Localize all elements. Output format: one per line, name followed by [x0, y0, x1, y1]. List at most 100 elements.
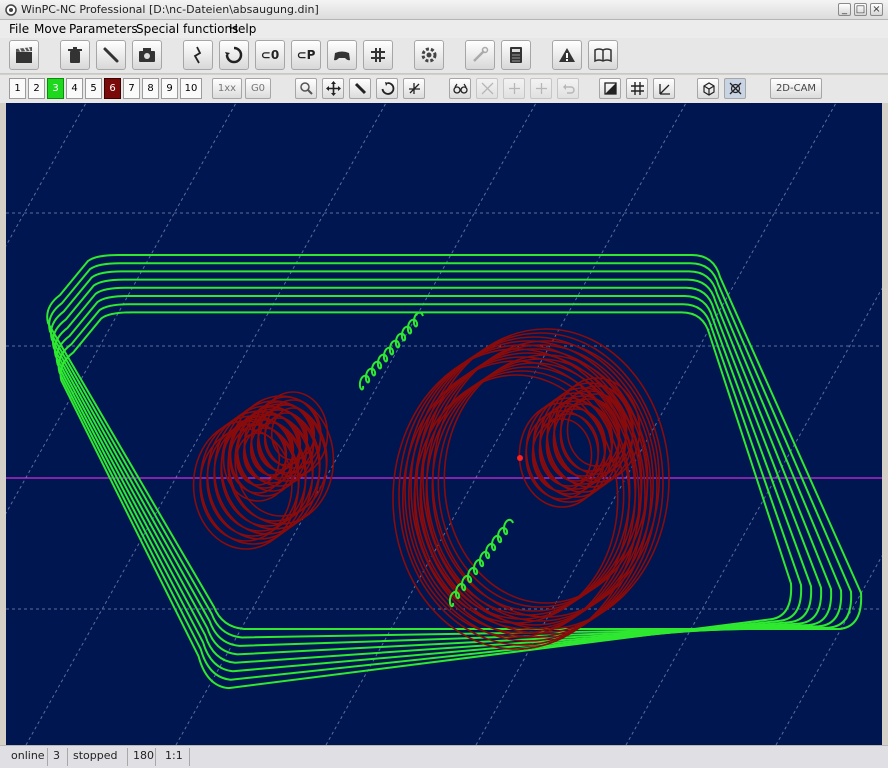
wireframe-view-button[interactable]	[724, 78, 746, 99]
layer-button-5[interactable]: 5	[85, 78, 102, 99]
left-pocket-toolpath	[192, 391, 335, 550]
zoom-button[interactable]	[295, 78, 317, 99]
layer-button-10[interactable]: 10	[180, 78, 202, 99]
zero-point-button[interactable]: ⊂0	[255, 40, 285, 70]
menu-parameters[interactable]: Parameters	[69, 22, 138, 36]
machine-state: stopped	[68, 748, 128, 766]
status-bar: online 3 stopped 180 1:1	[0, 745, 888, 768]
rotate-90-icon	[508, 83, 520, 94]
grid-line	[6, 103, 87, 247]
grid-icon	[630, 82, 644, 95]
path-icon	[193, 46, 202, 64]
material-view-button[interactable]	[599, 78, 621, 99]
layer-button-2[interactable]: 2	[28, 78, 45, 99]
toolpath-viewport[interactable]	[6, 103, 882, 745]
rotate-button[interactable]	[376, 78, 398, 99]
layer-button-1[interactable]: 1	[9, 78, 26, 99]
wrench-button[interactable]	[465, 40, 495, 70]
app-icon	[5, 4, 17, 16]
layer-button-3[interactable]: 3	[47, 78, 64, 99]
start-button[interactable]	[9, 40, 39, 70]
menu-move[interactable]: Move	[34, 22, 66, 36]
edit-button[interactable]	[96, 40, 126, 70]
grid-line	[775, 554, 882, 745]
grid-button[interactable]	[626, 78, 648, 99]
delete-button[interactable]	[60, 40, 90, 70]
tool-view-button[interactable]	[349, 78, 371, 99]
helix-top-toolpath	[358, 311, 424, 391]
clapper-icon	[16, 47, 32, 63]
zero-icon: ⊂0	[260, 48, 280, 62]
minimize-button[interactable]: _	[838, 3, 851, 16]
layer-status: 3	[48, 748, 68, 766]
pocket-pass	[414, 352, 642, 630]
camera-button[interactable]	[132, 40, 162, 70]
rotate-90-button[interactable]	[503, 78, 525, 99]
camera-icon	[139, 48, 155, 62]
axes-icon	[658, 84, 670, 95]
scale-value: 1:1	[160, 748, 190, 766]
calculator-button[interactable]	[501, 40, 531, 70]
layer-button-6[interactable]: 6	[104, 78, 121, 99]
contour-pass	[57, 303, 803, 681]
park-position-button[interactable]: ⊂P	[291, 40, 321, 70]
view-glasses-button[interactable]	[449, 78, 471, 99]
magnifier-icon	[299, 82, 313, 95]
settings-icon	[421, 47, 437, 63]
settings-button[interactable]	[414, 40, 444, 70]
layer-button-9[interactable]: 9	[161, 78, 178, 99]
grid-line	[625, 287, 882, 745]
cube-icon	[702, 82, 715, 96]
contour-pass	[55, 295, 813, 673]
undo-button[interactable]	[557, 78, 579, 99]
maximize-button[interactable]: □	[854, 3, 867, 16]
outer-contour-toolpath	[46, 254, 863, 690]
path-button[interactable]	[183, 40, 213, 70]
rotate-icon	[381, 82, 394, 95]
park-icon: ⊂P	[296, 48, 316, 62]
cycle-button[interactable]	[219, 40, 249, 70]
undo-icon	[562, 84, 575, 94]
title-bar: WinPC-NC Professional [D:\nc-Dateien\abs…	[0, 0, 888, 20]
close-button[interactable]: ×	[870, 3, 883, 16]
tool-icon	[354, 82, 366, 95]
trash-icon	[68, 47, 82, 63]
axis-view-button[interactable]	[403, 78, 425, 99]
right-pocket-toolpath	[392, 328, 670, 650]
menu-help[interactable]: Help	[229, 22, 256, 36]
1xx-button[interactable]: 1xx	[212, 78, 242, 99]
pan-button[interactable]	[322, 78, 344, 99]
3d-view-button[interactable]	[697, 78, 719, 99]
menu-file[interactable]: File	[9, 22, 29, 36]
tool-change-button[interactable]	[363, 40, 393, 70]
layer-button-4[interactable]: 4	[66, 78, 83, 99]
rotate-180-icon	[535, 83, 547, 94]
pen-icon	[103, 47, 119, 63]
menu-special-functions[interactable]: Special functions	[136, 22, 238, 36]
connection-status: online	[6, 748, 48, 766]
menu-bar: File Move Parameters Special functions H…	[0, 20, 888, 38]
manual-move-button[interactable]	[327, 40, 357, 70]
calculator-icon	[510, 47, 522, 63]
warning-button[interactable]	[552, 40, 582, 70]
helix-path	[358, 311, 424, 391]
scale-icon	[481, 82, 493, 95]
layer-button-8[interactable]: 8	[142, 78, 159, 99]
material-icon	[603, 82, 617, 95]
gamepad-icon	[334, 51, 350, 61]
warning-icon	[559, 48, 575, 62]
toolpath-canvas	[6, 103, 882, 745]
axes-button[interactable]	[653, 78, 675, 99]
window-title: WinPC-NC Professional [D:\nc-Dateien\abs…	[21, 3, 319, 16]
manual-button[interactable]	[588, 40, 618, 70]
axis-arrows-icon	[408, 83, 420, 94]
move-arrows-icon	[325, 81, 341, 96]
layer-button-7[interactable]: 7	[123, 78, 140, 99]
g0-button[interactable]: G0	[245, 78, 271, 99]
wrench-icon	[473, 46, 489, 62]
book-icon	[594, 48, 612, 63]
rotate-180-button[interactable]	[530, 78, 552, 99]
main-toolbar: ⊂0 ⊂P	[0, 38, 888, 74]
scale-button[interactable]	[476, 78, 498, 99]
2d-cam-button[interactable]: 2D-CAM	[770, 78, 822, 99]
